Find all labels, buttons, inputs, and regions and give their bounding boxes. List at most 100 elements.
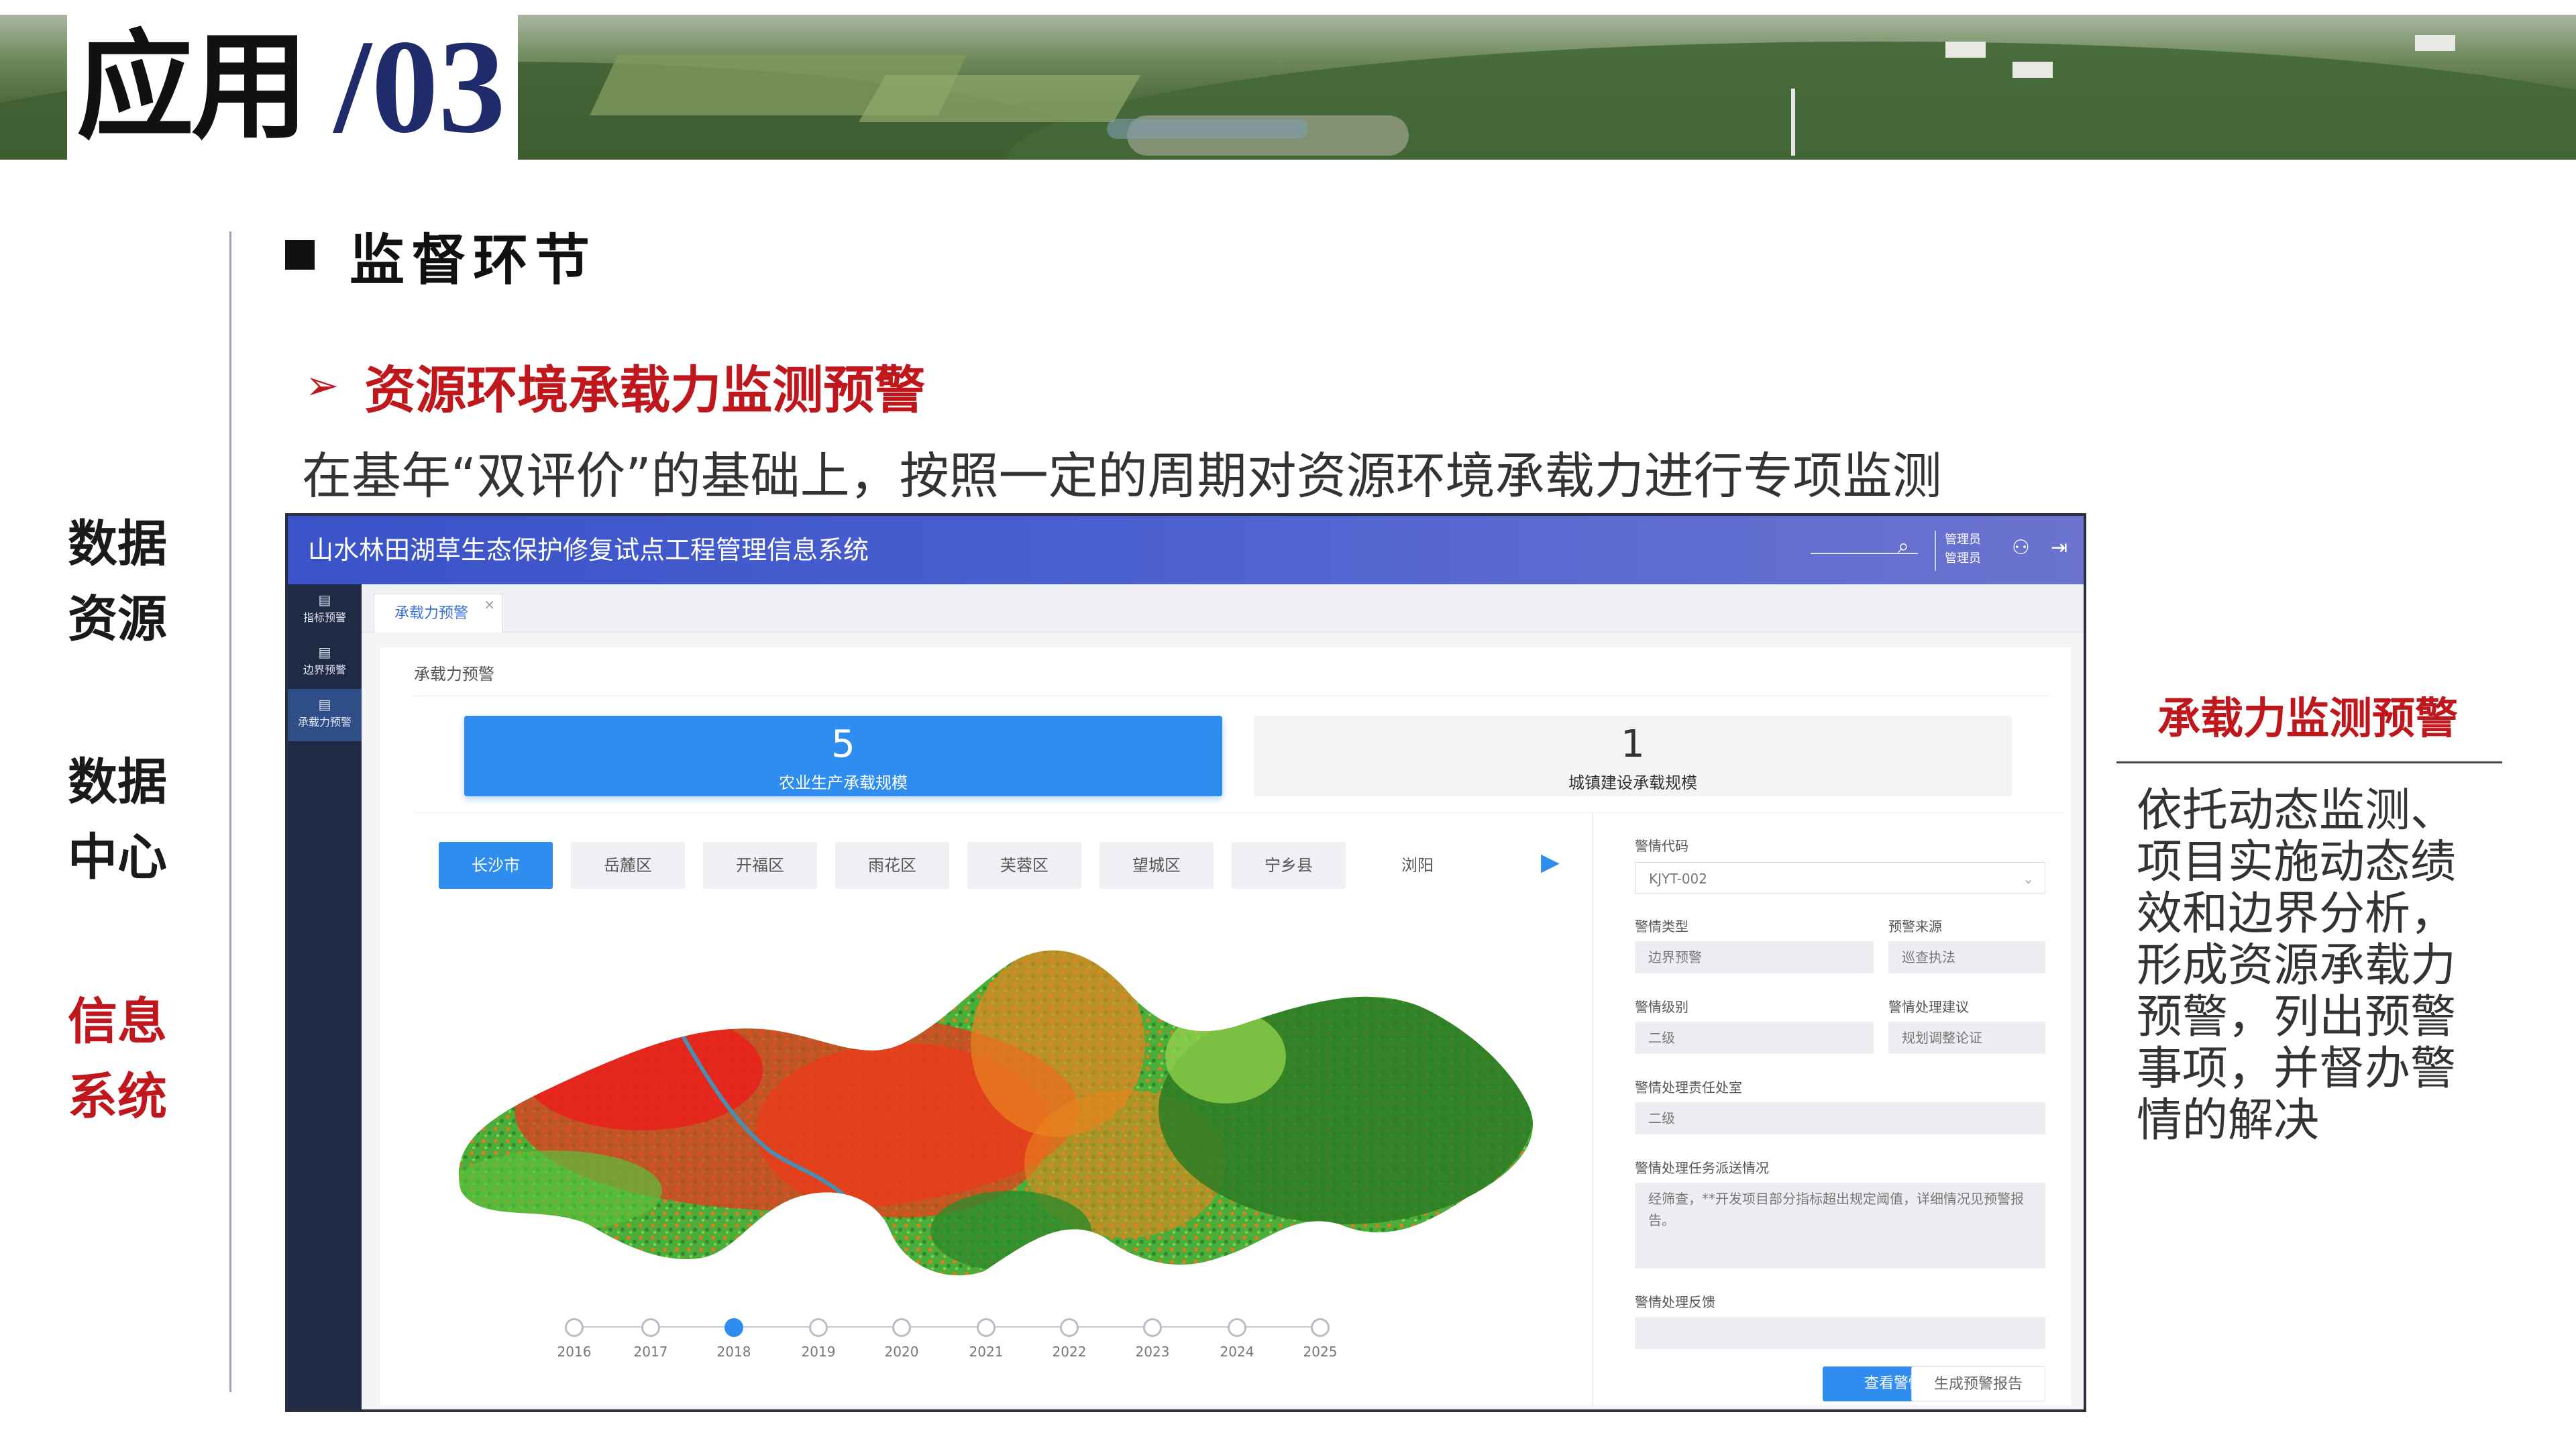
stat-card-agriculture[interactable]: 5 农业生产承载规模 (464, 716, 1222, 796)
district-tab[interactable]: 望城区 (1099, 842, 1214, 889)
subsection-heading: ➢ 资源环境承载力监测预警 (305, 352, 925, 420)
stat-value: 1 (1621, 722, 1645, 766)
user-info: 管理员 管理员 (1945, 531, 1981, 568)
app-screenshot: 山水林田湖草生态保护修复试点工程管理信息系统 ⌕ 管理员 管理员 ⚇ ⇥ ▤ 指… (285, 513, 2086, 1412)
user-role: 管理员 (1945, 551, 1981, 566)
field-label: 警情处理反馈 (1635, 1294, 1715, 1310)
district-tab[interactable]: 浏阳 (1364, 842, 1471, 889)
timeline-dot[interactable] (977, 1318, 996, 1337)
section-heading: 监督环节 (285, 221, 596, 292)
timeline-dot[interactable] (892, 1318, 911, 1337)
side-nav-label-line: 数据 (68, 753, 167, 811)
section-description: 在基年“双评价”的基础上，按照一定的周期对资源环境承载力进行专项监测 (302, 447, 1942, 505)
app-sidebar: ▤ 指标预警 ▤ 边界预警 ▤ 承载力预警 (288, 584, 362, 1409)
timeline-year: 2017 (633, 1344, 668, 1360)
document-icon: ▤ (318, 696, 331, 712)
stat-card-urban[interactable]: 1 城镇建设承载规模 (1254, 716, 2012, 796)
warning-type-field[interactable]: 边界预警 (1635, 941, 1874, 973)
menu-item-label: 边界预警 (303, 663, 346, 676)
field-label: 警情处理任务派送情况 (1635, 1160, 1769, 1176)
side-nav-item-data-center[interactable]: 数据 中心 (60, 745, 174, 895)
responsible-office-field[interactable]: 二级 (1635, 1102, 2045, 1134)
warning-code-select[interactable]: KJYT-002 ⌄ (1635, 862, 2045, 894)
subsection-title: 资源环境承载力监测预警 (364, 360, 926, 420)
side-nav-label-line: 数据 (68, 515, 167, 573)
tab-label: 承载力预警 (394, 605, 469, 622)
district-tab[interactable]: 岳麓区 (571, 842, 685, 889)
menu-item-label: 指标预警 (303, 611, 346, 624)
callout-title: 承载力监测预警 (2157, 694, 2458, 744)
app-title: 山水林田湖草生态保护修复试点工程管理信息系统 (308, 535, 869, 565)
tab-capacity-warning[interactable]: 承载力预警 × (374, 594, 503, 633)
panel-divider (1592, 812, 1593, 1405)
side-nav-item-data-resources[interactable]: 数据 资源 (60, 506, 174, 657)
chevron-down-icon: ⌄ (2023, 871, 2034, 887)
timeline-dot-active[interactable] (724, 1318, 743, 1337)
year-timeline[interactable]: 2016 2017 2018 2019 2020 2021 2022 2023 … (557, 1318, 1337, 1372)
field-label: 警情处理建议 (1888, 999, 1969, 1015)
warning-level-field[interactable]: 二级 (1635, 1022, 1874, 1054)
search-icon[interactable]: ⌕ (1898, 535, 1909, 558)
timeline-year: 2024 (1220, 1344, 1254, 1360)
menu-item-indicator-warning[interactable]: ▤ 指标预警 (288, 584, 362, 637)
timeline-dot[interactable] (1228, 1318, 1246, 1337)
side-nav-label-line: 信息 (68, 993, 167, 1051)
chapter-title-text: 应用 (76, 18, 309, 156)
play-icon[interactable]: ▶ (1541, 849, 1560, 876)
district-tab[interactable]: 长沙市 (439, 842, 553, 889)
stat-value: 5 (831, 722, 855, 766)
map-region (458, 950, 1533, 1276)
timeline-dot[interactable] (809, 1318, 828, 1337)
menu-item-capacity-warning[interactable]: ▤ 承载力预警 (288, 689, 362, 741)
stat-label: 城镇建设承载规模 (1568, 773, 1697, 792)
bullet-square-icon (285, 240, 315, 270)
chapter-number: /03 (334, 13, 506, 161)
district-tab[interactable]: 宁乡县 (1232, 842, 1346, 889)
generate-report-button[interactable]: 生成预警报告 (1911, 1366, 2045, 1401)
district-tab[interactable]: 雨花区 (835, 842, 949, 889)
document-icon: ▤ (318, 644, 331, 660)
timeline-track (573, 1326, 1324, 1328)
timeline-dot[interactable] (565, 1318, 584, 1337)
header-divider (1935, 531, 1936, 571)
chapter-title: 应用 /03 (67, 15, 518, 160)
timeline-year: 2018 (716, 1344, 751, 1360)
tab-bar: 承载力预警 × (362, 584, 2084, 633)
callout-text: 依托动态监测、项目实施动态绩效和边界分析，形成资源承载力预警，列出预警事项，并督… (2137, 784, 2457, 1147)
panel-title: 承载力预警 (414, 665, 494, 684)
timeline-year: 2021 (969, 1344, 1004, 1360)
timeline-dot[interactable] (1143, 1318, 1162, 1337)
arrow-bullet-icon: ➢ (305, 362, 339, 409)
district-tab[interactable]: 开福区 (703, 842, 817, 889)
field-label: 警情处理责任处室 (1635, 1079, 1742, 1095)
handling-advice-field[interactable]: 规划调整论证 (1888, 1022, 2045, 1054)
document-icon: ▤ (318, 592, 331, 608)
warning-source-field[interactable]: 巡查执法 (1888, 941, 2045, 973)
app-header: 山水林田湖草生态保护修复试点工程管理信息系统 ⌕ 管理员 管理员 ⚇ ⇥ (288, 516, 2084, 584)
field-label: 预警来源 (1888, 918, 1942, 934)
timeline-dot[interactable] (1060, 1318, 1079, 1337)
side-nav-label-line: 系统 (68, 1068, 167, 1126)
timeline-year: 2020 (884, 1344, 919, 1360)
menu-item-boundary-warning[interactable]: ▤ 边界预警 (288, 637, 362, 689)
stat-label: 农业生产承载规模 (779, 773, 908, 792)
close-icon[interactable]: × (484, 585, 495, 624)
task-dispatch-textarea[interactable]: 经筛查，**开发项目部分指标超出规定阈值，详细情况见预警报告。 (1635, 1183, 2045, 1269)
timeline-year: 2019 (801, 1344, 836, 1360)
district-tab[interactable]: 芙蓉区 (967, 842, 1081, 889)
capacity-heat-map[interactable] (421, 909, 1561, 1285)
menu-item-label: 承载力预警 (297, 716, 352, 729)
side-nav-item-info-system[interactable]: 信息 系统 (60, 984, 174, 1134)
nav-divider (229, 231, 231, 1392)
user-icon[interactable]: ⚇ (2012, 536, 2030, 559)
timeline-dot[interactable] (641, 1318, 660, 1337)
side-nav-label-line: 资源 (68, 590, 167, 648)
callout-divider (2116, 761, 2502, 763)
logout-icon[interactable]: ⇥ (2051, 536, 2068, 559)
feedback-field[interactable] (1635, 1317, 2045, 1349)
timeline-dot[interactable] (1311, 1318, 1330, 1337)
timeline-year: 2016 (557, 1344, 592, 1360)
side-nav-label-line: 中心 (68, 828, 167, 886)
timeline-year: 2023 (1135, 1344, 1170, 1360)
timeline-year: 2022 (1052, 1344, 1087, 1360)
